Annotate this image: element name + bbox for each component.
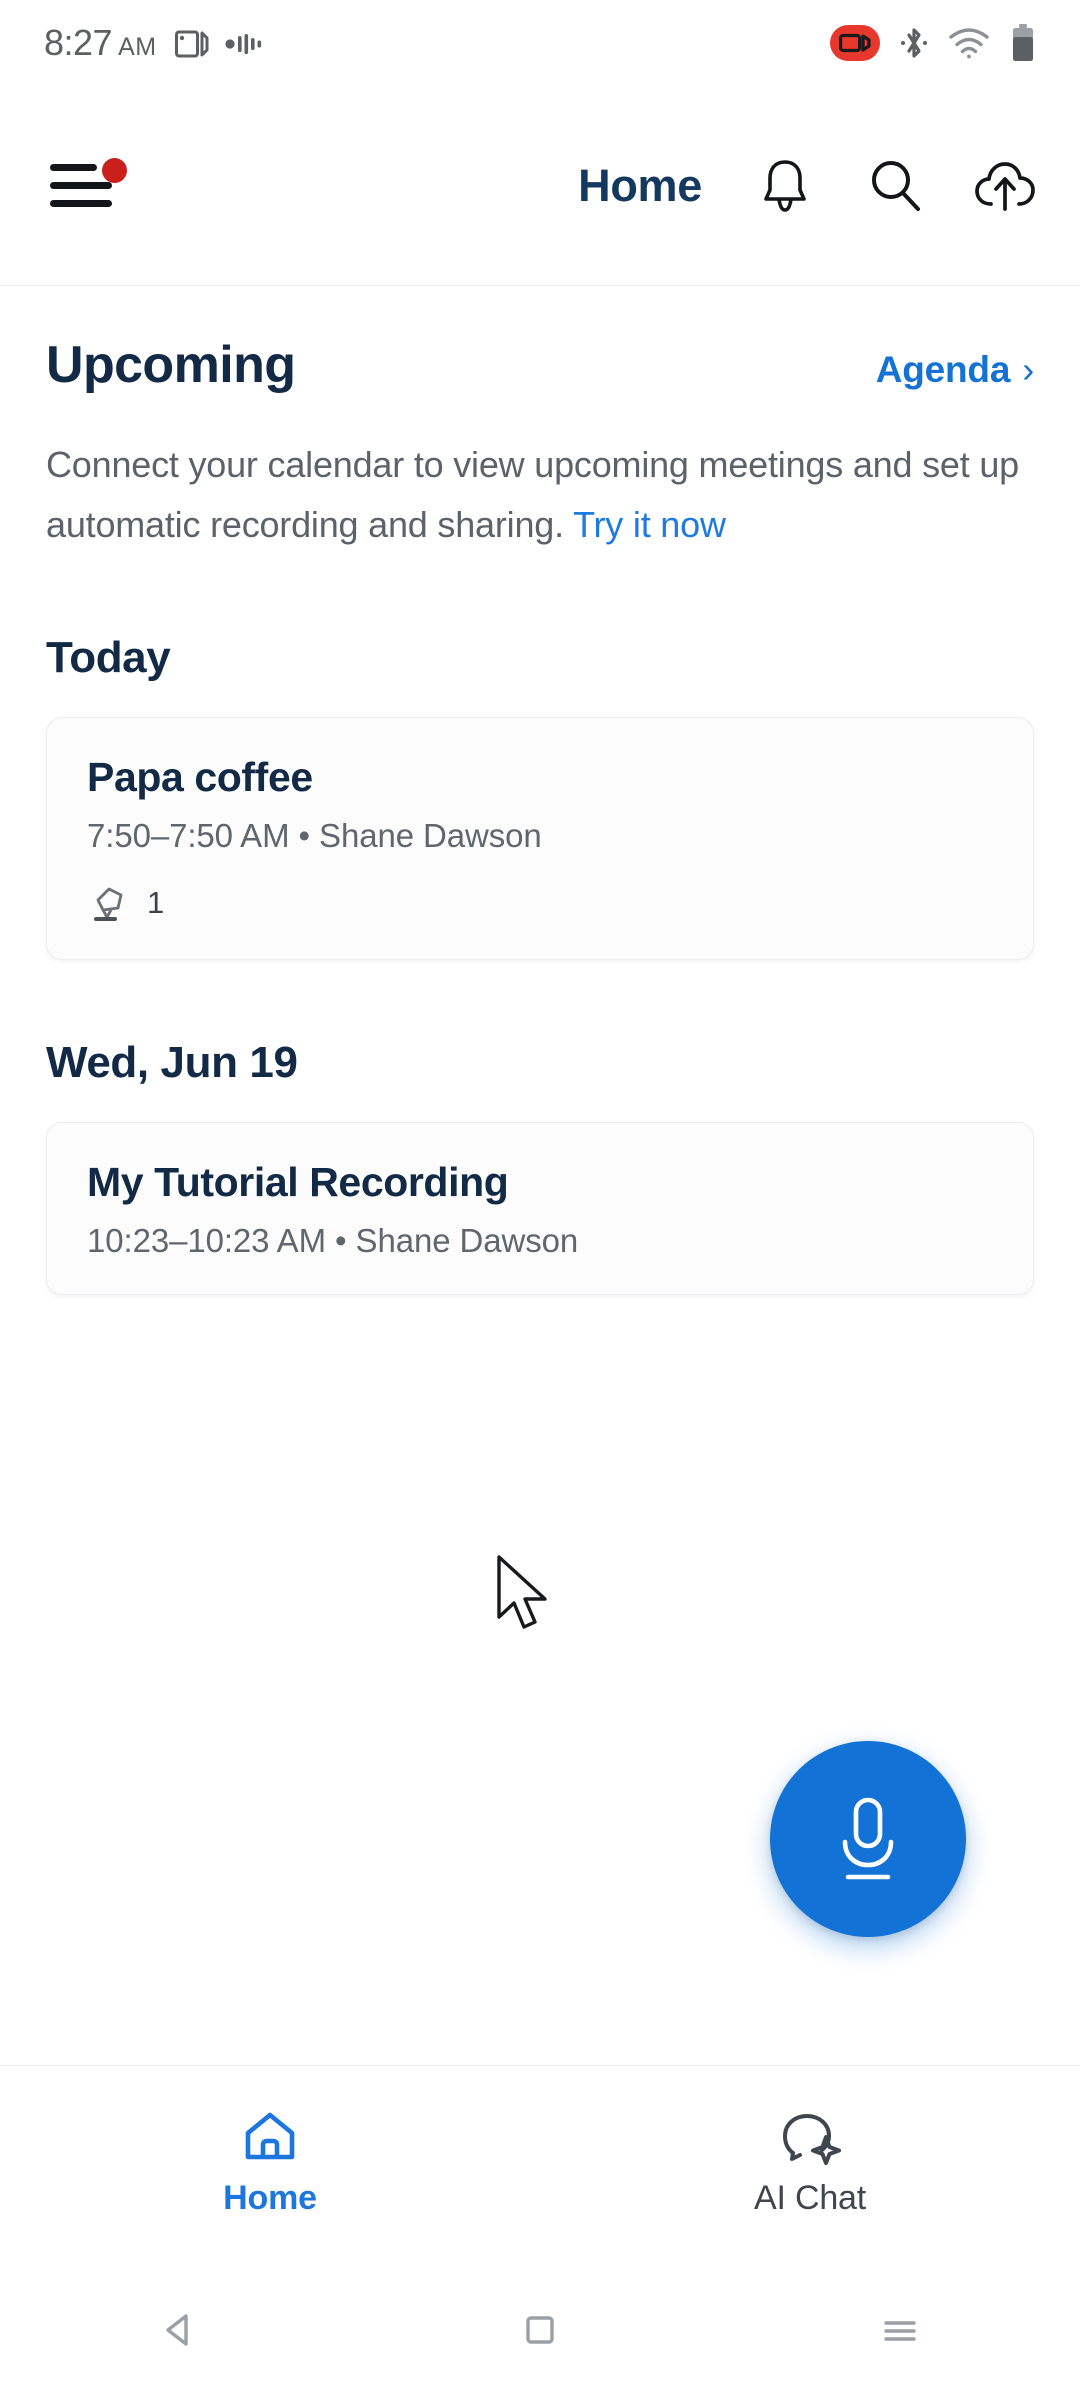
search-button[interactable] — [864, 155, 926, 217]
clock-time: 8:27 — [44, 21, 113, 63]
upcoming-title: Upcoming — [46, 336, 296, 394]
phone-screen: 8:27 AM Home Upcoming Agenda › Connect y… — [0, 0, 1080, 2400]
upcoming-header: Upcoming Agenda › — [0, 287, 1080, 395]
clock-ampm: AM — [118, 32, 157, 61]
status-bar-clock: 8:27 AM — [44, 21, 157, 63]
main-content: Upcoming Agenda › Connect your calendar … — [0, 287, 1080, 1295]
hamburger-menu-icon — [50, 157, 127, 208]
notifications-button[interactable] — [754, 155, 816, 217]
meeting-subtitle: 7:50–7:50 AM • Shane Dawson — [87, 817, 542, 854]
meeting-title: Papa coffee — [87, 754, 313, 800]
home-square-icon — [526, 2316, 554, 2344]
meeting-card[interactable]: My Tutorial Recording 10:23–10:23 AM • S… — [46, 1122, 1034, 1295]
notifications-icon — [764, 159, 806, 212]
agenda-link[interactable]: Agenda › — [876, 349, 1034, 391]
agenda-link-label: Agenda — [875, 349, 1011, 390]
nav-label-home: Home — [223, 2178, 317, 2217]
back-triangle-icon — [166, 2314, 188, 2346]
sound-wave-icon — [224, 33, 261, 54]
day-heading: Wed, Jun 19 — [46, 1038, 298, 1087]
status-bar-right-icons — [830, 23, 1050, 63]
cloud-upload-icon — [975, 161, 1035, 211]
system-home-button[interactable] — [360, 2308, 720, 2352]
nav-item-ai-chat[interactable]: AI Chat — [540, 2109, 1080, 2218]
recents-lines-icon — [884, 2321, 916, 2341]
day-section-today: Today Papa coffee 7:50–7:50 AM • Shane D… — [0, 555, 1080, 960]
meeting-meta: 1 — [87, 881, 993, 925]
upcoming-description: Connect your calendar to view upcoming m… — [0, 395, 1080, 555]
battery-icon — [1013, 24, 1033, 61]
system-recents-button[interactable] — [720, 2308, 1080, 2352]
hamburger-menu-button[interactable] — [50, 151, 130, 221]
microphone-icon — [842, 1797, 894, 1880]
meeting-card[interactable]: Papa coffee 7:50–7:50 AM • Shane Dawson … — [46, 717, 1034, 960]
meeting-subtitle: 10:23–10:23 AM • Shane Dawson — [87, 1222, 579, 1259]
day-section-jun19: Wed, Jun 19 My Tutorial Recording 10:23–… — [0, 960, 1080, 1295]
ai-chat-icon — [782, 2113, 841, 2165]
mouse-pointer-icon — [495, 1555, 557, 1640]
meeting-title: My Tutorial Recording — [87, 1159, 509, 1205]
bottom-navigation: Home AI Chat — [0, 2065, 1080, 2260]
wifi-icon — [949, 28, 989, 59]
search-icon — [872, 160, 920, 211]
bluetooth-icon — [901, 28, 927, 58]
meeting-meta-count: 1 — [147, 885, 165, 920]
screen-cast-icon — [174, 30, 209, 57]
highlight-note-icon — [94, 887, 123, 921]
app-bar: Home — [0, 86, 1080, 286]
day-heading: Today — [46, 633, 171, 682]
page-title: Home — [578, 159, 702, 211]
menu-notification-badge — [102, 157, 127, 183]
upload-button[interactable] — [974, 155, 1036, 217]
status-bar: 8:27 AM — [0, 0, 1080, 86]
status-bar-left: 8:27 AM — [44, 21, 265, 63]
chevron-right-icon: › — [1022, 349, 1034, 390]
try-it-now-link[interactable]: Try it now — [573, 504, 726, 545]
screen-recording-icon — [830, 25, 880, 61]
nav-item-home[interactable]: Home — [0, 2109, 540, 2218]
system-navigation-bar — [0, 2260, 1080, 2400]
app-bar-actions: Home — [578, 155, 1036, 217]
upcoming-description-text: Connect your calendar to view upcoming m… — [46, 444, 1019, 545]
nav-label-ai-chat: AI Chat — [754, 2178, 866, 2217]
home-icon — [245, 2112, 295, 2159]
record-fab-button[interactable] — [770, 1741, 966, 1937]
status-bar-left-icons — [174, 29, 265, 62]
system-back-button[interactable] — [0, 2308, 360, 2352]
